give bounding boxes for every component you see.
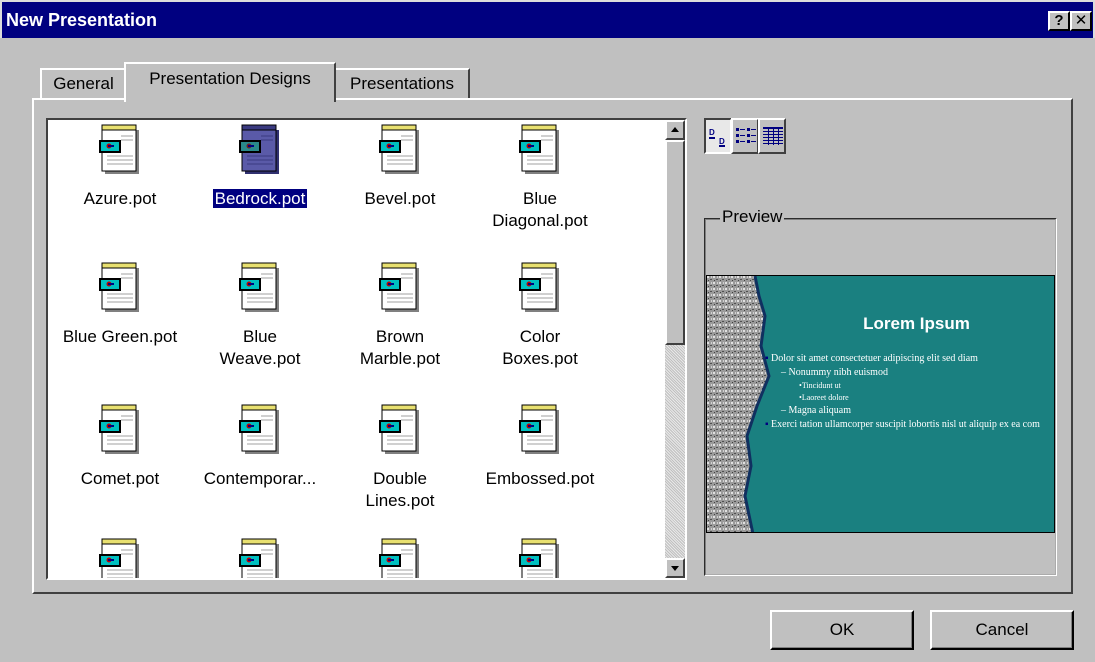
template-file-icon — [99, 404, 139, 454]
template-file-icon — [239, 538, 279, 578]
template-item[interactable] — [54, 536, 186, 578]
template-item-label: Bedrock.pot — [194, 188, 326, 210]
template-item[interactable]: Comet.pot — [54, 402, 186, 522]
template-item[interactable]: Contemporar... — [194, 402, 326, 522]
large-icons-view-icon: D D — [709, 128, 725, 147]
slide-body: Dolor sit amet consectetuer adipiscing e… — [763, 352, 1048, 432]
template-item-name: Comet.pot — [80, 469, 160, 488]
template-item-name: Weave.pot — [219, 349, 301, 368]
details-view-icon — [763, 127, 783, 145]
scroll-down-button[interactable] — [665, 558, 685, 578]
template-item-name: Color — [519, 327, 561, 346]
template-item[interactable] — [334, 536, 466, 578]
template-item-label: Blue Weave.pot — [194, 326, 326, 370]
slide-bullet: – Nonummy nibh euismod — [781, 367, 888, 378]
template-item-label: Contemporar... — [194, 468, 326, 490]
template-item-label: Color Boxes.pot — [474, 326, 606, 370]
template-item[interactable] — [474, 536, 606, 578]
template-item-label: Comet.pot — [54, 468, 186, 490]
help-button[interactable]: ? — [1048, 11, 1070, 31]
vertical-scrollbar[interactable] — [665, 120, 685, 578]
template-item[interactable]: Double Lines.pot — [334, 402, 466, 522]
template-item[interactable]: Color Boxes.pot — [474, 260, 606, 380]
template-item-name: Bedrock.pot — [211, 188, 309, 209]
template-item-name: Azure.pot — [83, 189, 157, 208]
slide-title: Lorem Ipsum — [863, 314, 970, 333]
tab-presentations[interactable]: Presentations — [334, 68, 470, 100]
template-file-icon — [379, 124, 419, 174]
template-item-name: Lines.pot — [365, 491, 435, 510]
template-item-label: Blue Diagonal.pot — [474, 188, 606, 232]
list-view-button[interactable] — [731, 118, 759, 154]
template-item-name: Blue — [242, 327, 278, 346]
template-item-name: Diagonal.pot — [492, 211, 588, 230]
template-item[interactable]: Blue Weave.pot — [194, 260, 326, 380]
template-file-icon — [379, 538, 419, 578]
template-file-icon — [99, 124, 139, 174]
scroll-thumb[interactable] — [665, 140, 685, 345]
tab-general[interactable]: General — [40, 68, 127, 100]
template-item[interactable]: Blue Green.pot — [54, 260, 186, 380]
template-item-label: Double Lines.pot — [334, 468, 466, 512]
list-view-icon — [736, 128, 756, 143]
template-item[interactable]: Blue Diagonal.pot — [474, 122, 606, 242]
template-item-name: Brown — [375, 327, 425, 346]
template-item[interactable] — [194, 536, 326, 578]
template-item-label: Azure.pot — [54, 188, 186, 210]
template-file-icon — [99, 538, 139, 578]
ok-button[interactable]: OK — [770, 610, 914, 650]
scroll-up-button[interactable] — [665, 120, 685, 140]
preview-slide: Lorem Ipsum Dolor sit amet consectetuer … — [706, 275, 1055, 533]
template-item-name: Boxes.pot — [502, 349, 578, 368]
template-item[interactable]: Embossed.pot — [474, 402, 606, 522]
slide-bullet: – Magna aliquam — [781, 405, 851, 416]
template-item[interactable]: Bedrock.pot — [194, 122, 326, 242]
slide-bullet: Exerci tation ullamcorper suscipit lobor… — [763, 418, 1048, 432]
template-item-name: Marble.pot — [359, 349, 441, 368]
template-item-name: Double — [373, 469, 427, 488]
template-list-content: Azure.pot Bedrock.pot Bevel.pot Blue Diagona… — [48, 120, 666, 578]
template-item[interactable]: Azure.pot — [54, 122, 186, 242]
template-item[interactable]: Bevel.pot — [334, 122, 466, 242]
scroll-down-arrow-icon — [671, 566, 679, 571]
cancel-button[interactable]: Cancel — [930, 610, 1074, 650]
template-item-name: Contemporar... — [203, 469, 317, 488]
slide-bullet: Dolor sit amet consectetuer adipiscing e… — [763, 352, 1048, 366]
preview-label: Preview — [720, 207, 785, 227]
template-file-icon — [379, 262, 419, 312]
tab-presentation-designs[interactable]: Presentation Designs — [124, 62, 336, 102]
close-button[interactable]: ✕ — [1070, 11, 1092, 31]
details-view-button[interactable] — [758, 118, 786, 154]
large-icons-view-button[interactable]: D D — [704, 118, 732, 154]
slide-bullet: Tincidunt ut — [763, 380, 1048, 392]
title-bar: New Presentation ? ✕ — [0, 0, 1095, 38]
slide-bullet: Laoreet dolore — [763, 392, 1048, 404]
svg-text:D: D — [709, 128, 715, 137]
template-list[interactable]: Azure.pot Bedrock.pot Bevel.pot Blue Diagona… — [46, 118, 687, 580]
template-file-icon — [239, 124, 279, 174]
template-file-icon — [379, 404, 419, 454]
template-item-name: Blue — [522, 189, 558, 208]
window-title: New Presentation — [6, 10, 158, 30]
template-file-icon — [519, 404, 559, 454]
template-file-icon — [519, 262, 559, 312]
scroll-up-arrow-icon — [671, 127, 679, 132]
svg-text:D: D — [719, 137, 725, 146]
template-item-name: Embossed.pot — [485, 469, 595, 488]
template-item-name: Bevel.pot — [364, 189, 436, 208]
template-item-label: Embossed.pot — [474, 468, 606, 490]
template-file-icon — [519, 124, 559, 174]
template-item-label: Bevel.pot — [334, 188, 466, 210]
template-item-label: Brown Marble.pot — [334, 326, 466, 370]
template-item-label: Blue Green.pot — [54, 326, 186, 348]
template-file-icon — [239, 262, 279, 312]
template-item[interactable]: Brown Marble.pot — [334, 260, 466, 380]
template-file-icon — [519, 538, 559, 578]
template-file-icon — [99, 262, 139, 312]
template-file-icon — [239, 404, 279, 454]
template-item-name: Blue Green.pot — [62, 327, 178, 346]
